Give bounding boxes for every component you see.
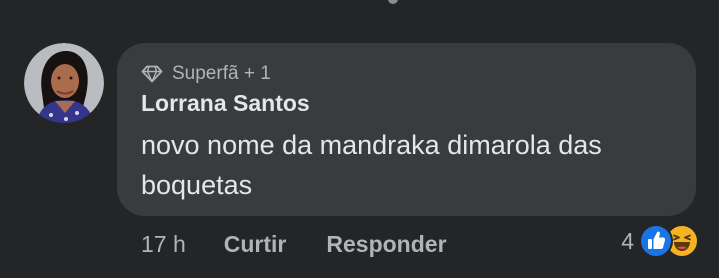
comment-bubble: Superfã + 1 Lorrana Santos novo nome da … bbox=[117, 43, 696, 216]
diamond-icon bbox=[141, 65, 163, 83]
author-name[interactable]: Lorrana Santos bbox=[141, 90, 310, 117]
reactions-summary[interactable]: 4 bbox=[621, 224, 699, 258]
badge-label: Superfã + 1 bbox=[172, 63, 271, 84]
reaction-count: 4 bbox=[621, 227, 634, 254]
top-fan-badge[interactable]: Superfã + 1 bbox=[141, 63, 271, 85]
like-reaction-icon bbox=[639, 224, 673, 258]
comment-text: novo nome da mandraka dimarola das boque… bbox=[141, 130, 602, 200]
like-button[interactable]: Curtir bbox=[224, 231, 287, 258]
reply-button[interactable]: Responder bbox=[326, 231, 446, 258]
reaction-icons bbox=[639, 224, 699, 258]
timestamp-link[interactable]: 17 h bbox=[141, 231, 186, 258]
avatar[interactable] bbox=[24, 43, 104, 123]
previous-element-fragment bbox=[388, 0, 398, 4]
profile-photo bbox=[24, 43, 104, 123]
comment-actions: 17 h Curtir Responder bbox=[141, 229, 447, 259]
thumbs-up-icon bbox=[648, 231, 666, 249]
